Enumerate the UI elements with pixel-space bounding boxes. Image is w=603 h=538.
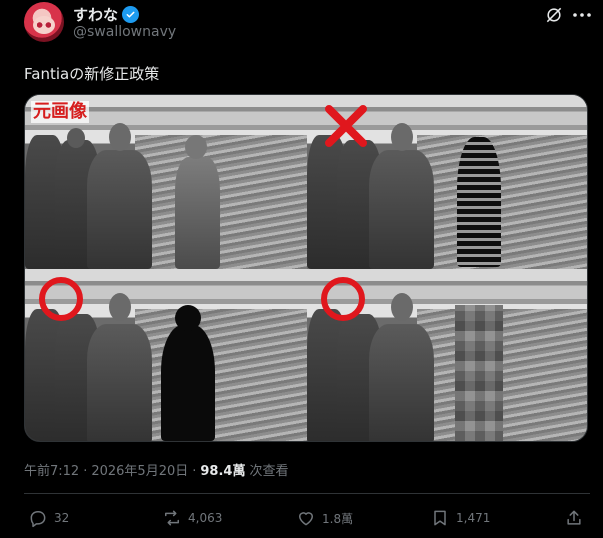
- person-center: [369, 324, 434, 441]
- media-panel-striped: [307, 95, 587, 269]
- mosaic-blur: [455, 305, 503, 441]
- person-head: [391, 123, 413, 151]
- bookmark-count: 1,471: [456, 511, 491, 525]
- views-label: 次查看: [249, 464, 289, 479]
- person-center: [87, 324, 152, 441]
- repost-icon: [165, 510, 179, 526]
- post-text: Fantiaの新修正政策: [24, 65, 160, 83]
- bookmark-button[interactable]: 1,471: [430, 508, 490, 528]
- silhouette-head: [175, 305, 201, 331]
- person-center: [369, 150, 434, 269]
- red-circle-icon: [39, 277, 83, 321]
- black-silhouette: [161, 325, 215, 441]
- media-panel-original: 元画像: [25, 95, 307, 269]
- person-head: [109, 123, 131, 151]
- author-name-row: すわな: [73, 4, 140, 25]
- media-panel-silhouette: [25, 269, 307, 441]
- views-count: 98.4萬: [200, 464, 246, 479]
- red-circle-icon: [321, 277, 365, 321]
- media-panel-mosaic: [307, 269, 587, 441]
- post-meta: 午前7:12 · 2026年5月20日 · 98.4萬 次查看: [24, 460, 288, 479]
- original-label: 元画像: [31, 101, 89, 123]
- grok-icon[interactable]: [544, 5, 564, 25]
- background-water: [135, 135, 307, 269]
- repost-button[interactable]: 4,063: [162, 508, 222, 528]
- person-center: [87, 150, 152, 269]
- more-icon[interactable]: [570, 3, 594, 27]
- post-time[interactable]: 午前7:12: [24, 460, 79, 479]
- reply-icon: [30, 511, 46, 528]
- share-button[interactable]: [564, 508, 584, 528]
- person-head: [185, 135, 207, 159]
- reply-count: 32: [54, 511, 70, 525]
- action-bar: 32 4,063 1.8萬 1,471: [24, 508, 590, 532]
- post-media[interactable]: 元画像: [24, 94, 588, 442]
- like-button[interactable]: 1.8萬: [296, 508, 353, 528]
- like-icon: [299, 512, 313, 526]
- reply-button[interactable]: 32: [28, 508, 69, 528]
- post-date[interactable]: 2026年5月20日: [91, 460, 188, 479]
- divider: [24, 493, 590, 494]
- person-head: [109, 293, 131, 321]
- person-head: [391, 293, 413, 321]
- repost-count: 4,063: [188, 511, 223, 525]
- person-head: [67, 128, 85, 148]
- red-cross-icon: [325, 105, 367, 147]
- like-count: 1.8萬: [322, 511, 354, 526]
- striped-silhouette: [457, 137, 501, 267]
- share-icon: [567, 510, 581, 525]
- meta-separator: ·: [192, 464, 197, 479]
- background-water: [417, 135, 587, 269]
- bookmark-icon: [434, 510, 446, 526]
- author-display-name[interactable]: すわな: [73, 4, 118, 25]
- post-header: すわな @swallownavy: [24, 0, 594, 50]
- verified-icon: [122, 6, 140, 23]
- avatar[interactable]: [24, 2, 64, 42]
- author-handle[interactable]: @swallownavy: [73, 24, 176, 40]
- person-right: [175, 157, 220, 269]
- meta-separator: ·: [83, 464, 88, 479]
